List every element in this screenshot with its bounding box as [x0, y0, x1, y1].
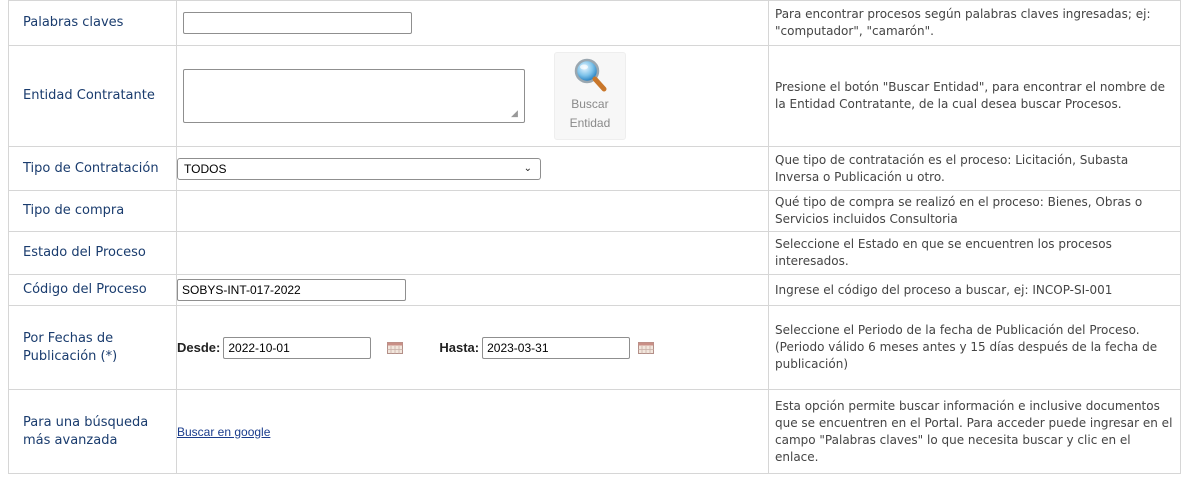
row-entity: Entidad Contratante ◢ Buscar Entidad Pre… — [8, 45, 1181, 147]
dates-label: Por Fechas de Publicación (*) — [8, 305, 177, 390]
keywords-input[interactable] — [183, 12, 412, 34]
purchase-type-help: Qué tipo de compra se realizó en el proc… — [768, 190, 1181, 232]
entity-textarea[interactable] — [183, 69, 525, 123]
buscar-entidad-line1: Buscar — [571, 97, 609, 111]
hasta-label: Hasta: — [439, 340, 480, 355]
contract-type-selected: TODOS — [184, 161, 227, 176]
row-keywords: Palabras claves Para encontrar procesos … — [8, 0, 1181, 46]
advanced-label: Para una búsqueda más avanzada — [8, 389, 177, 474]
desde-input[interactable] — [223, 336, 372, 359]
contract-type-label: Tipo de Contratación — [8, 146, 177, 191]
hasta-input[interactable] — [482, 336, 631, 359]
entity-help: Presione el botón "Buscar Entidad", para… — [768, 45, 1181, 147]
contract-type-select[interactable]: TODOS ⌄ — [177, 157, 541, 180]
google-search-link[interactable]: Buscar en google — [177, 425, 270, 439]
resize-handle-icon[interactable]: ◢ — [511, 109, 518, 119]
keywords-help: Para encontrar procesos según palabras c… — [768, 0, 1181, 46]
purchase-type-label: Tipo de compra — [8, 190, 177, 232]
process-state-label: Estado del Proceso — [8, 231, 177, 275]
contract-type-help: Que tipo de contratación es el proceso: … — [768, 146, 1181, 191]
entity-label: Entidad Contratante — [8, 45, 177, 147]
row-process-state: Estado del Proceso Seleccione el Estado … — [8, 231, 1181, 275]
dates-help: Seleccione el Periodo de la fecha de Pub… — [768, 305, 1181, 390]
calendar-icon[interactable] — [387, 341, 404, 354]
process-code-label: Código del Proceso — [8, 274, 177, 306]
calendar-icon[interactable] — [638, 341, 655, 354]
chevron-down-icon: ⌄ — [523, 163, 532, 174]
buscar-entidad-line2: Entidad — [569, 116, 611, 130]
row-purchase-type: Tipo de compra Qué tipo de compra se rea… — [8, 190, 1181, 232]
dates-help-line2: (Periodo válido 6 meses antes y 15 días … — [775, 340, 1158, 371]
process-code-input[interactable] — [177, 279, 406, 301]
desde-label: Desde: — [177, 340, 221, 355]
process-state-help: Seleccione el Estado en que se encuentre… — [768, 231, 1181, 275]
keywords-label: Palabras claves — [8, 0, 177, 46]
row-process-code: Código del Proceso Ingrese el código del… — [8, 274, 1181, 306]
row-advanced: Para una búsqueda más avanzada Buscar en… — [8, 389, 1181, 474]
date-range: Desde: Hasta: — [177, 336, 762, 359]
dates-help-line1: Seleccione el Periodo de la fecha de Pub… — [775, 323, 1140, 337]
process-code-help: Ingrese el código del proceso a buscar, … — [768, 274, 1181, 306]
row-dates: Por Fechas de Publicación (*) Desde: Has… — [8, 305, 1181, 390]
search-form-table: Palabras claves Para encontrar procesos … — [8, 0, 1181, 474]
magnifier-icon — [574, 58, 607, 92]
row-contract-type: Tipo de Contratación TODOS ⌄ Que tipo de… — [8, 146, 1181, 191]
buscar-entidad-button[interactable]: Buscar Entidad — [553, 52, 626, 140]
advanced-help: Esta opción permite buscar información e… — [768, 389, 1181, 474]
